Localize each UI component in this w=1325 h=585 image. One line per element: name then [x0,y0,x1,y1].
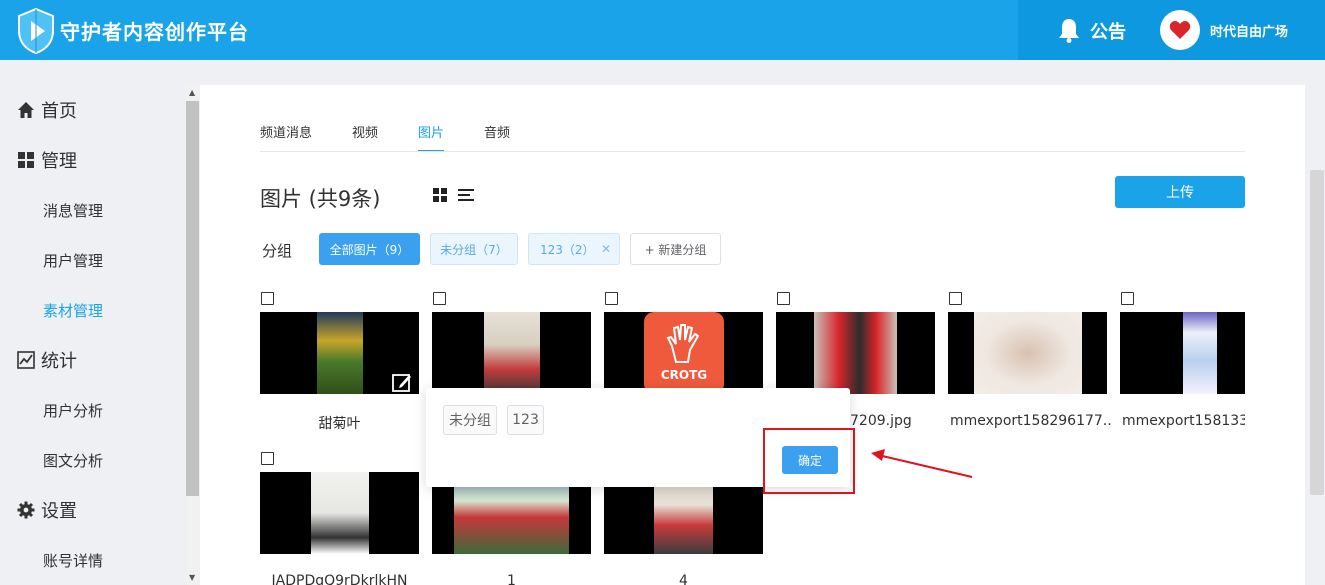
list-view-icon[interactable] [458,188,474,202]
thumbnail-photo [317,312,363,394]
sidebar: 首页 管理 消息管理 用户管理 素材管理 统计 用户分析 图文分析 设置 账号详… [0,85,185,585]
scroll-up-arrow-icon[interactable]: ▲ [189,88,195,97]
image-caption: 甜菊叶 [318,416,361,432]
image-checkbox[interactable] [433,292,446,305]
tab-video[interactable]: 视频 [352,122,378,152]
image-thumbnail[interactable] [260,312,419,394]
annotation-highlight-box [763,428,855,494]
group-chip-label: 123（2） [540,242,595,257]
scroll-down-arrow-icon[interactable]: ▼ [189,573,195,582]
sidebar-item-label: 统计 [41,351,77,372]
group-chip-123[interactable]: 123（2） ✕ [528,233,620,265]
hand-logo-icon [666,324,700,363]
sidebar-scrollbar[interactable]: ▲ ▼ [186,85,199,585]
main-scrollbar-thumb[interactable] [1310,170,1324,495]
brand-title: 守护者内容创作平台 [60,20,249,44]
image-caption: 1 [507,573,516,585]
tab-bar: 频道消息 视频 图片 音频 [260,122,550,152]
thumbnail-photo [1183,312,1217,394]
thumbnail-overlay-text: CROTG [660,368,708,382]
sidebar-item-settings[interactable]: 设置 [0,490,185,530]
thumbnail-photo [974,312,1082,394]
sidebar-item-stats[interactable]: 统计 [0,340,185,380]
username[interactable]: 时代自由广场 [1210,21,1288,40]
image-caption: IADPDgQ9rDkrlkHN [271,573,408,585]
image-caption: 4 [679,573,688,585]
close-icon[interactable]: ✕ [601,242,611,256]
tab-channel-messages[interactable]: 频道消息 [260,122,312,152]
annotation-arrow-icon [871,449,973,478]
sidebar-item-manage[interactable]: 管理 [0,140,185,180]
image-thumbnail[interactable] [776,312,935,394]
sidebar-item-home[interactable]: 首页 [0,90,185,130]
image-checkbox[interactable] [777,292,790,305]
sidebar-item-article-analysis[interactable]: 图文分析 [0,440,185,480]
thumbnail-photo [484,312,540,394]
heart-icon [1169,21,1191,39]
home-icon [17,101,35,119]
bell-icon[interactable] [1055,16,1083,44]
thumbnail-photo: CROTG [644,312,724,394]
image-checkbox[interactable] [261,292,274,305]
page-title: 图片 (共9条) [260,187,381,211]
image-caption: mmexport158296177... [950,413,1112,429]
sidebar-item-user-analysis[interactable]: 用户分析 [0,390,185,430]
popover-tag-ungrouped[interactable]: 未分组 [443,405,497,435]
image-checkbox[interactable] [1121,292,1134,305]
new-group-button[interactable]: + 新建分组 [630,233,721,265]
sidebar-scrollbar-thumb[interactable] [186,101,199,496]
grid-icon [17,151,35,169]
shield-logo-icon [18,7,54,55]
upload-button[interactable]: 上传 [1115,176,1245,208]
image-thumbnail[interactable] [432,312,591,394]
image-checkbox[interactable] [949,292,962,305]
avatar[interactable] [1160,10,1200,50]
popover-tag-123[interactable]: 123 [507,405,544,435]
thumbnail-photo [311,472,369,554]
image-thumbnail[interactable]: CROTG [604,312,763,394]
group-chip-ungrouped[interactable]: 未分组（7） [430,233,518,265]
group-label: 分组 [262,242,293,260]
image-thumbnail[interactable] [1120,312,1245,394]
chart-icon [17,351,35,369]
grid-view-icon[interactable] [433,188,447,202]
tab-audio[interactable]: 音频 [484,122,510,152]
thumbnail-photo [814,312,897,394]
image-thumbnail[interactable] [260,472,419,554]
sidebar-item-label: 管理 [41,151,77,172]
image-checkbox[interactable] [261,452,274,465]
sidebar-item-account-details[interactable]: 账号详情 [0,540,185,580]
image-caption: mmexport1581334 [1122,413,1245,429]
sidebar-item-message-manage[interactable]: 消息管理 [0,190,185,230]
tab-divider [260,151,1245,152]
notice-link[interactable]: 公告 [1090,18,1126,44]
tab-images[interactable]: 图片 [418,122,445,152]
sidebar-item-material-manage[interactable]: 素材管理 [0,290,185,330]
top-bar: 守护者内容创作平台 公告 时代自由广场 [0,0,1325,60]
image-thumbnail[interactable] [948,312,1107,394]
sidebar-item-label: 设置 [41,501,77,522]
sidebar-item-user-manage[interactable]: 用户管理 [0,240,185,280]
edit-icon[interactable] [392,372,412,392]
sidebar-item-label: 首页 [41,101,77,122]
image-checkbox[interactable] [605,292,618,305]
group-chip-all[interactable]: 全部图片（9） [319,233,420,265]
gear-icon [17,501,35,519]
